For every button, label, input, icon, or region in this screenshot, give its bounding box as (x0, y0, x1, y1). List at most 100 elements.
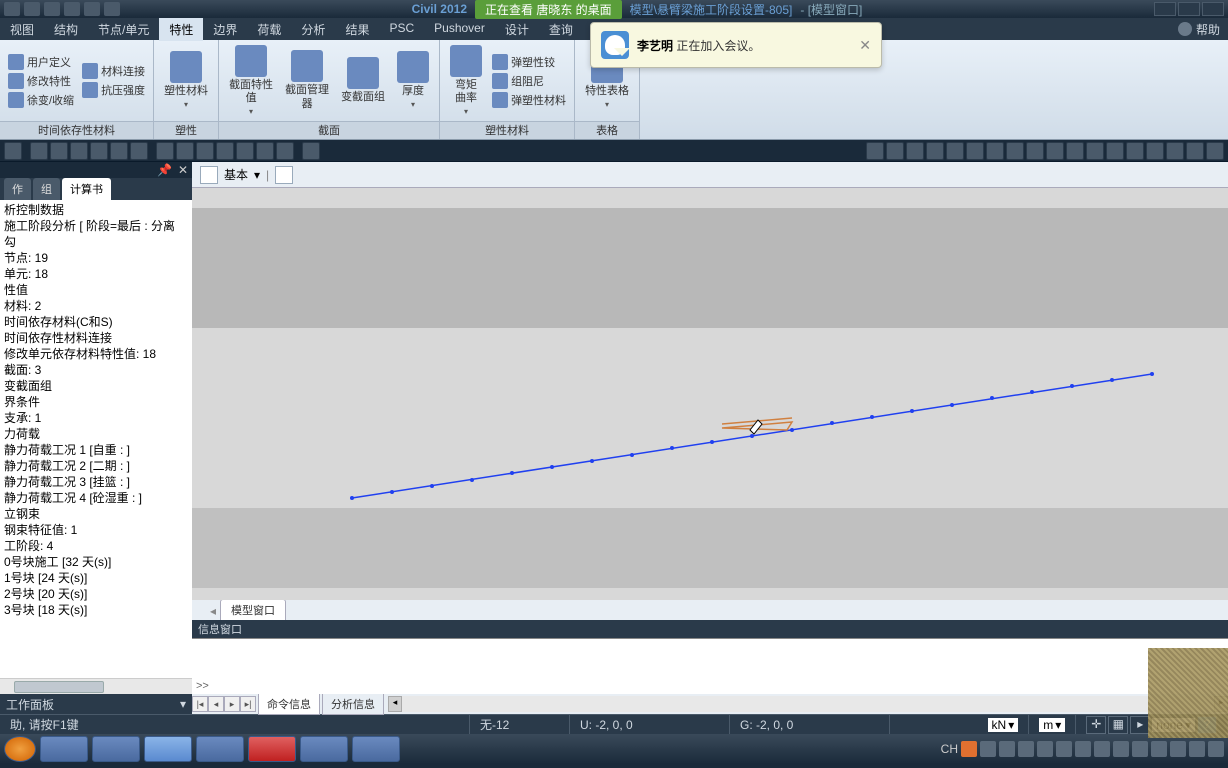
toolbar-button[interactable] (1206, 142, 1224, 160)
dropdown-arrow-icon[interactable]: ▾ (254, 168, 260, 182)
tree-line[interactable]: 工阶段: 4 (4, 538, 188, 554)
tray-icon[interactable] (1113, 741, 1129, 757)
toolbar-button[interactable] (1166, 142, 1184, 160)
ribbon-弹塑性材料[interactable]: 弹塑性材料 (490, 91, 568, 109)
nav-next-icon[interactable]: ▸ (224, 696, 240, 712)
toolbar-button[interactable] (906, 142, 924, 160)
scroll-left-icon[interactable]: ◂ (388, 696, 402, 712)
qat-icon[interactable] (84, 2, 100, 16)
taskbar-app[interactable] (40, 736, 88, 762)
toolbar-button[interactable] (216, 142, 234, 160)
toolbar-button[interactable] (1086, 142, 1104, 160)
qat-icon[interactable] (64, 2, 80, 16)
ime-indicator[interactable]: CH (941, 742, 958, 756)
tray-icon[interactable] (961, 741, 977, 757)
tray-icon[interactable] (1151, 741, 1167, 757)
tree-line[interactable]: 勾 (4, 234, 188, 250)
tree-line[interactable]: 节点: 19 (4, 250, 188, 266)
minimize-button[interactable] (1154, 2, 1176, 16)
menu-设计[interactable]: 设计 (495, 18, 539, 41)
ribbon-弯矩[interactable]: 弯矩曲率▾ (446, 43, 486, 119)
tree-line[interactable]: 材料: 2 (4, 298, 188, 314)
settings-icon[interactable] (1178, 22, 1192, 36)
toolbar-button[interactable] (196, 142, 214, 160)
toolbar-button[interactable] (90, 142, 108, 160)
ribbon-用户定义[interactable]: 用户定义 (6, 53, 76, 71)
toolbar-button[interactable] (886, 142, 904, 160)
toolbar-button[interactable] (866, 142, 884, 160)
ribbon-抗压强度[interactable]: 抗压强度 (80, 81, 147, 99)
toolbar-button[interactable] (986, 142, 1004, 160)
status-toggle[interactable]: ▦ (1108, 716, 1128, 734)
menu-PSC[interactable]: PSC (379, 18, 424, 41)
toolbar-button[interactable] (130, 142, 148, 160)
tree-line[interactable]: 静力荷载工况 3 [挂篮 : ] (4, 474, 188, 490)
tray-icon[interactable] (1208, 741, 1224, 757)
tree-line[interactable]: 截面: 3 (4, 362, 188, 378)
side-scrollbar[interactable] (0, 678, 192, 694)
side-tab-组[interactable]: 组 (33, 178, 60, 200)
toolbar-button[interactable] (256, 142, 274, 160)
tray-icon[interactable] (1075, 741, 1091, 757)
pin-icon[interactable]: 📌 (157, 163, 172, 177)
view-tab-model[interactable]: 模型窗口 (220, 599, 286, 620)
tree-line[interactable]: 时间依存性材料连接 (4, 330, 188, 346)
message-window-body[interactable]: >> (192, 638, 1228, 694)
tab-command-info[interactable]: 命令信息 (258, 693, 320, 715)
toolbar-button[interactable] (4, 142, 22, 160)
toolbar-button[interactable] (176, 142, 194, 160)
qat-icon[interactable] (44, 2, 60, 16)
menu-结构[interactable]: 结构 (44, 18, 88, 41)
tree-line[interactable]: 静力荷载工况 2 [二期 : ] (4, 458, 188, 474)
ribbon-材料连接[interactable]: 材料连接 (80, 62, 147, 80)
tree-line[interactable]: 2号块 [20 天(s)] (4, 586, 188, 602)
nav-first-icon[interactable]: |◂ (192, 696, 208, 712)
taskbar-app[interactable] (92, 736, 140, 762)
tree-line[interactable]: 钢束特征值: 1 (4, 522, 188, 538)
toolbar-button[interactable] (1146, 142, 1164, 160)
tree-line[interactable]: 性值 (4, 282, 188, 298)
tab-nav-icon[interactable]: ◂ (206, 602, 220, 620)
status-toggle[interactable]: ✛ (1086, 716, 1106, 734)
tray-icon[interactable] (1170, 741, 1186, 757)
tray-icon[interactable] (1056, 741, 1072, 757)
tray-icon[interactable] (1189, 741, 1205, 757)
taskbar-app-ie[interactable] (196, 736, 244, 762)
menu-特性[interactable]: 特性 (159, 18, 203, 41)
toolbar-button[interactable] (946, 142, 964, 160)
ribbon-变截面组[interactable]: 变截面组 (337, 55, 389, 106)
tray-icon[interactable] (1037, 741, 1053, 757)
toolbar-button[interactable] (236, 142, 254, 160)
tree-line[interactable]: 界条件 (4, 394, 188, 410)
tree-line[interactable]: 析控制数据 (4, 202, 188, 218)
tree-line[interactable]: 时间依存材料(C和S) (4, 314, 188, 330)
section-filter-icon[interactable] (200, 166, 218, 184)
tray-icon[interactable] (1018, 741, 1034, 757)
tab-analysis-info[interactable]: 分析信息 (322, 693, 384, 715)
tree-line[interactable]: 1号块 [24 天(s)] (4, 570, 188, 586)
toolbar-button[interactable] (1126, 142, 1144, 160)
taskbar-app[interactable] (352, 736, 400, 762)
ribbon-塑性材料[interactable]: 塑性材料▾ (160, 49, 212, 112)
tree-line[interactable]: 变截面组 (4, 378, 188, 394)
tray-icon[interactable] (999, 741, 1015, 757)
ribbon-厚度[interactable]: 厚度▾ (393, 49, 433, 112)
taskbar-app-pdf[interactable] (248, 736, 296, 762)
tray-icon[interactable] (980, 741, 996, 757)
toolbar-button[interactable] (966, 142, 984, 160)
qat-icon[interactable] (24, 2, 40, 16)
tree-line[interactable]: 0号块施工 [32 天(s)] (4, 554, 188, 570)
toolbar-button[interactable] (1026, 142, 1044, 160)
menu-Pushover[interactable]: Pushover (424, 18, 495, 41)
menu-边界[interactable]: 边界 (203, 18, 247, 41)
toolbar-button[interactable] (30, 142, 48, 160)
maximize-button[interactable] (1178, 2, 1200, 16)
ribbon-截面特性[interactable]: 截面特性值▾ (225, 43, 277, 119)
menu-分析[interactable]: 分析 (291, 18, 335, 41)
toolbar-button[interactable] (1066, 142, 1084, 160)
tree-line[interactable]: 力荷载 (4, 426, 188, 442)
toolbar-button[interactable] (1186, 142, 1204, 160)
toolbar-button[interactable] (50, 142, 68, 160)
tree-line[interactable]: 施工阶段分析 [ 阶段=最后 : 分离 (4, 218, 188, 234)
ribbon-组阻尼[interactable]: 组阻尼 (490, 72, 568, 90)
